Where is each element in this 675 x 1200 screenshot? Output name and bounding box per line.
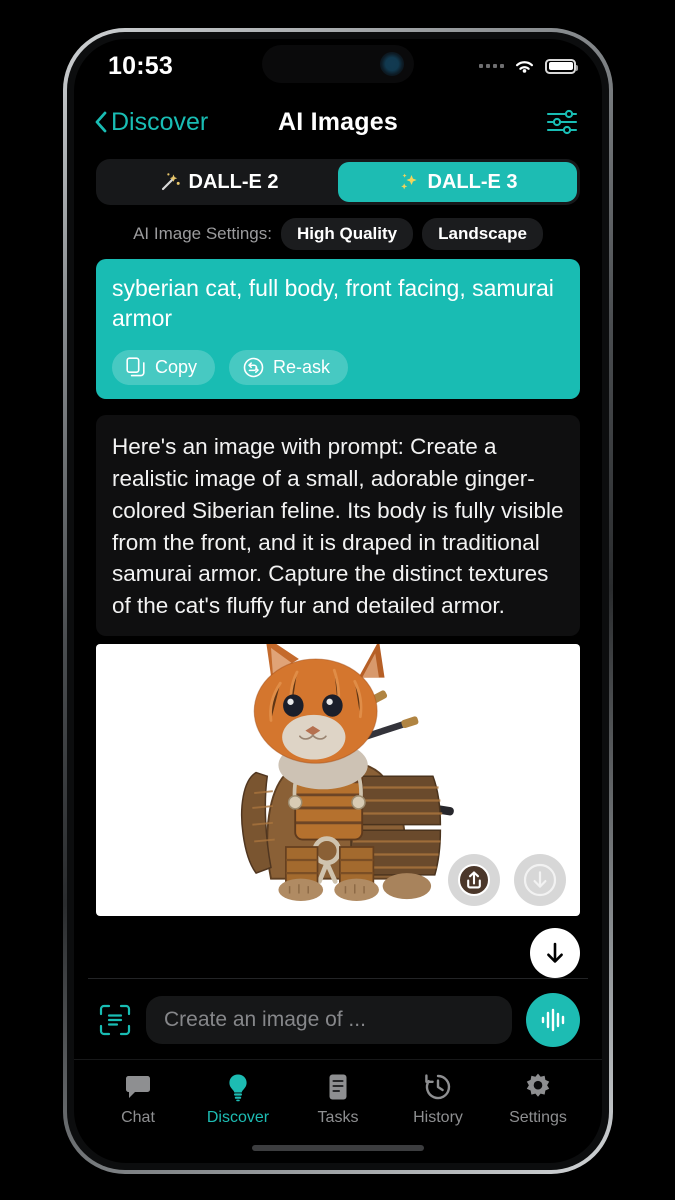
tab-discover-label: Discover [206, 1109, 270, 1126]
battery-full-icon [545, 58, 578, 74]
model-tab-dalle3[interactable]: DALL-E 3 [338, 162, 577, 202]
clock-rewind-icon [425, 1074, 451, 1100]
generated-image[interactable] [96, 644, 580, 917]
model-tab-dalle2[interactable]: DALL-E 2 [99, 162, 338, 202]
re-ask-button[interactable]: Re-ask [229, 349, 349, 385]
status-bar: 10:53 [74, 39, 602, 93]
image-settings-label: AI Image Settings: [133, 224, 272, 243]
tab-discover[interactable]: Discover [188, 1072, 288, 1127]
dynamic-island [262, 45, 414, 83]
model-tab-dalle2-label: DALL-E 2 [188, 170, 279, 193]
phone-bezel: 10:53 Discover AI Images DALL-E 2 DALL-E… [67, 32, 609, 1170]
model-tab-dalle3-label: DALL-E 3 [427, 170, 518, 193]
sliders-icon [546, 109, 578, 135]
re-ask-button-label: Re-ask [273, 356, 331, 377]
tab-chat-label: Chat [121, 1109, 155, 1126]
phone-frame: 10:53 Discover AI Images DALL-E 2 DALL-E… [63, 28, 613, 1174]
composer: Create an image of ... [74, 979, 602, 1059]
download-button[interactable] [514, 854, 566, 907]
wifi-icon [515, 60, 534, 73]
message-input-placeholder: Create an image of ... [164, 1008, 366, 1031]
download-icon [523, 864, 557, 897]
tab-history[interactable]: History [388, 1072, 488, 1127]
status-indicators [479, 58, 578, 75]
voice-waveform-icon [541, 1008, 565, 1032]
tab-history-label: History [413, 1109, 463, 1126]
screenshot-root: 10:53 Discover AI Images DALL-E 2 DALL-E… [0, 0, 675, 1200]
tab-settings-label: Settings [509, 1109, 567, 1126]
scan-text-button[interactable] [98, 1003, 132, 1037]
phone-screen: 10:53 Discover AI Images DALL-E 2 DALL-E… [74, 39, 602, 1163]
image-action-buttons [448, 854, 566, 907]
composer-container: Create an image of ... [74, 978, 602, 1059]
magic-wand-icon [161, 173, 180, 191]
home-indicator[interactable] [252, 1145, 424, 1151]
user-message-text: syberian cat, full body, front facing, s… [112, 275, 554, 332]
user-message-actions: Copy Re-ask [112, 349, 564, 385]
assistant-message-bubble: Here's an image with prompt: Create a re… [96, 414, 580, 637]
scroll-to-bottom-button[interactable] [530, 928, 580, 979]
voice-input-button[interactable] [526, 993, 580, 1047]
front-camera-icon [380, 52, 404, 76]
copy-button[interactable]: Copy [112, 349, 216, 385]
chevron-left-icon [95, 111, 107, 133]
image-settings-row: AI Image Settings: High Quality Landscap… [74, 205, 602, 259]
status-time: 10:53 [108, 51, 173, 80]
share-button[interactable] [448, 854, 500, 907]
assistant-message-text: Here's an image with prompt: Create a re… [112, 433, 564, 619]
gear-icon [526, 1073, 550, 1097]
tab-settings[interactable]: Settings [488, 1072, 588, 1127]
back-button[interactable]: Discover [94, 108, 208, 137]
tab-tasks-label: Tasks [317, 1109, 359, 1126]
page-title: AI Images [278, 107, 398, 136]
message-input[interactable]: Create an image of ... [146, 996, 512, 1044]
tab-tasks[interactable]: Tasks [288, 1072, 388, 1127]
chat-scroll-area[interactable]: syberian cat, full body, front facing, s… [74, 259, 602, 979]
scan-text-icon [99, 1004, 131, 1036]
copy-button-label: Copy [155, 356, 198, 377]
sparkles-icon [400, 173, 417, 190]
tab-chat[interactable]: Chat [88, 1072, 188, 1127]
back-button-label: Discover [111, 107, 209, 136]
share-icon [458, 864, 490, 897]
chat-bubble-icon [126, 1076, 150, 1098]
chip-quality[interactable]: High Quality [280, 218, 414, 250]
bottom-tab-bar: Chat Discover Tasks History Settings [74, 1059, 602, 1133]
filter-settings-button[interactable] [546, 109, 578, 135]
model-segmented-control: DALL-E 2 DALL-E 3 [96, 159, 580, 205]
lightbulb-icon [229, 1074, 247, 1102]
copy-icon [126, 357, 145, 377]
cellular-dots-icon [479, 64, 504, 68]
refresh-icon [243, 357, 264, 378]
user-message-bubble: syberian cat, full body, front facing, s… [96, 259, 580, 399]
document-icon [329, 1074, 347, 1100]
arrow-down-icon [547, 943, 563, 964]
model-selector: DALL-E 2 DALL-E 3 [74, 151, 602, 205]
chip-orientation[interactable]: Landscape [422, 218, 543, 250]
navigation-bar: Discover AI Images [74, 93, 602, 151]
